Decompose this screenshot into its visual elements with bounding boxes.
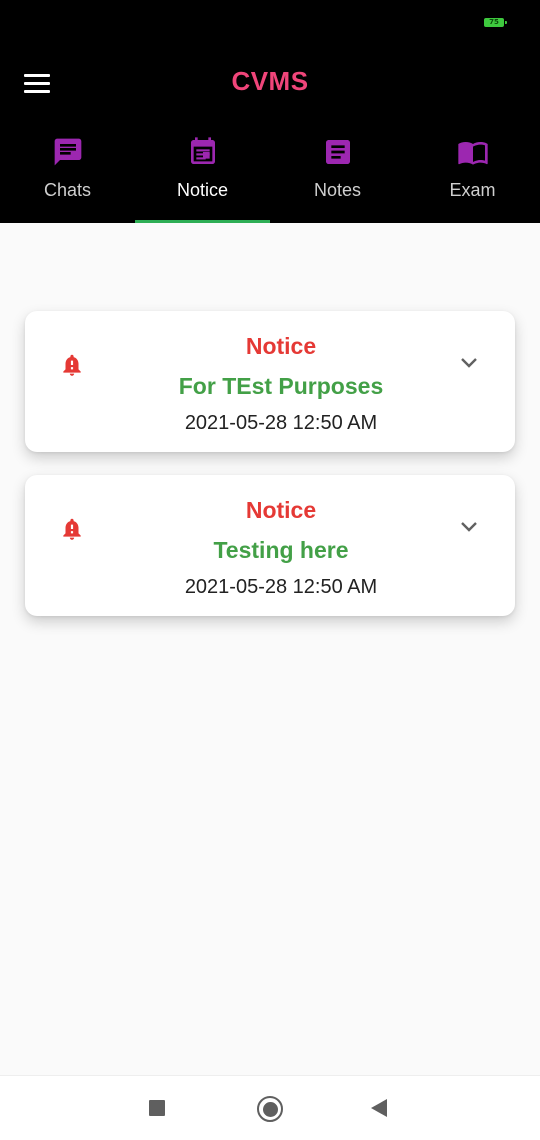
- notice-body: Testing here: [213, 537, 349, 563]
- tab-notes-label: Notes: [313, 180, 362, 200]
- notice-body: For TEst Purposes: [178, 373, 384, 399]
- notice-date: 2021-05-28 12:50 AM: [184, 412, 378, 434]
- notice-list: Notice For TEst Purposes 2021-05-28 12:5…: [0, 223, 540, 1075]
- chat-icon: [54, 138, 81, 166]
- home-button[interactable]: [257, 1096, 283, 1122]
- chevron-down-icon[interactable]: [459, 356, 479, 370]
- tab-exam-label: Exam: [449, 180, 496, 200]
- battery-icon: 75: [484, 18, 507, 27]
- back-button[interactable]: [371, 1099, 387, 1117]
- notice-card[interactable]: Notice Testing here 2021-05-28 12:50 AM: [25, 475, 515, 616]
- system-nav-bar: [0, 1075, 540, 1140]
- tab-bar: Chats Notice Notes Exam: [0, 130, 540, 223]
- app-bar: 75 CVMS Chats Notice Notes Exam: [0, 0, 540, 223]
- tab-notes[interactable]: Notes: [270, 130, 405, 223]
- calendar-icon: [190, 137, 215, 164]
- notice-card[interactable]: Notice For TEst Purposes 2021-05-28 12:5…: [25, 311, 515, 452]
- app-title: CVMS: [231, 66, 309, 96]
- notice-date: 2021-05-28 12:50 AM: [184, 576, 378, 598]
- tab-notice-label: Notice: [176, 180, 229, 200]
- tab-chats-label: Chats: [43, 180, 92, 200]
- status-bar: 75: [0, 0, 540, 44]
- home-icon: [262, 1101, 278, 1117]
- tab-notice[interactable]: Notice: [135, 130, 270, 223]
- chevron-down-icon[interactable]: [459, 520, 479, 534]
- tab-chats[interactable]: Chats: [0, 130, 135, 223]
- tab-exam[interactable]: Exam: [405, 130, 540, 223]
- book-icon: [457, 142, 488, 165]
- recents-button[interactable]: [149, 1100, 165, 1116]
- note-icon: [325, 140, 350, 164]
